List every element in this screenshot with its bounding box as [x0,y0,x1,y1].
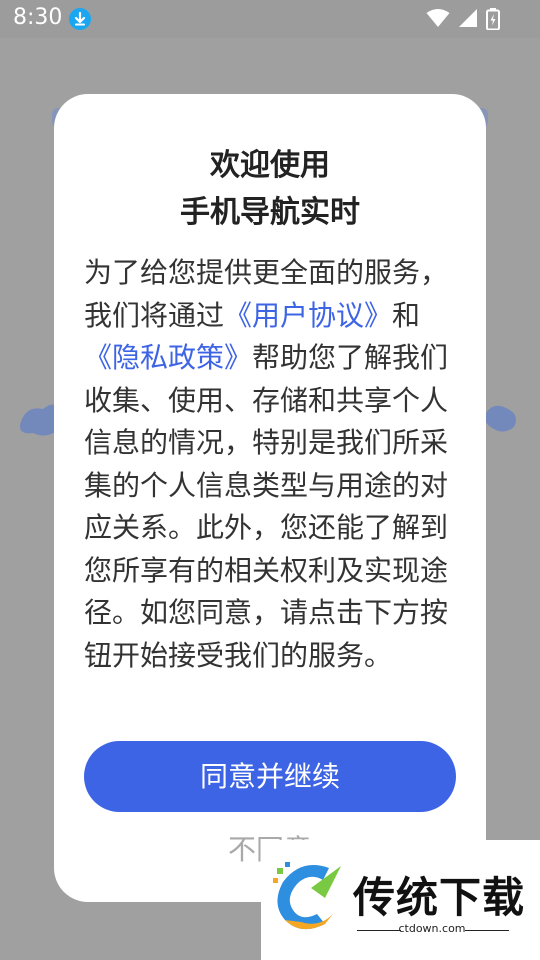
agree-continue-button[interactable]: 同意并继续 [84,741,456,812]
divider [465,930,509,931]
body-text-part: 帮助您了解我们收集、使用、存储和共享个人信息的情况，特别是我们所采集的个人信息类… [84,341,449,672]
signal-icon [459,9,477,27]
status-icons [426,8,500,30]
watermark: 传统下载 ctdown.com [261,840,540,960]
dialog-title: 欢迎使用 [210,148,330,183]
user-agreement-link[interactable]: 《用户协议》 [224,299,392,332]
dialog-subtitle: 手机导航实时 [180,195,360,230]
privacy-dialog: 欢迎使用 手机导航实时 为了给您提供更全面的服务，我们将通过《用户协议》和《隐私… [54,94,486,902]
download-icon [69,8,91,30]
brand-url: ctdown.com [398,922,466,935]
status-time: 8:30 [13,5,63,30]
privacy-policy-link[interactable]: 《隐私政策》 [84,341,252,374]
dialog-body-text: 为了给您提供更全面的服务，我们将通过《用户协议》和《隐私政策》帮助您了解我们收集… [84,252,464,677]
splash-decoration [485,405,516,432]
body-text-part: 和 [392,298,421,332]
status-bar: 8:30 [0,0,540,38]
brand-logo-icon [273,862,341,930]
battery-icon [486,8,500,30]
brand-name: 传统下载 [353,873,526,922]
wifi-icon [426,9,450,27]
